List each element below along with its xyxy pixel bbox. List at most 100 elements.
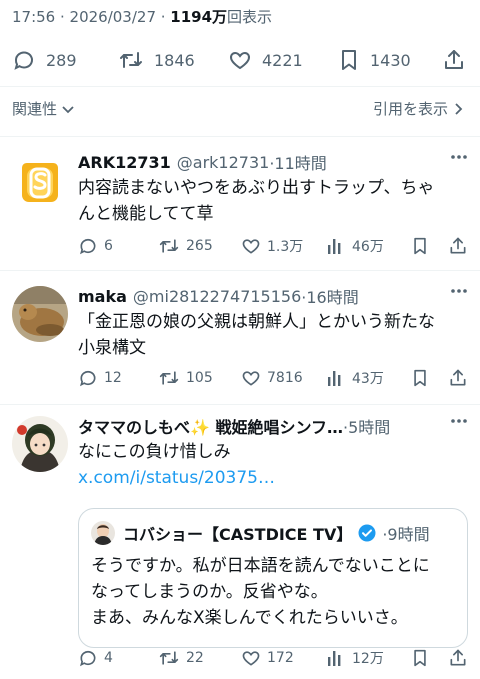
reply-icon [12, 48, 36, 72]
like-count: 172 [267, 650, 294, 666]
heart-icon [241, 368, 261, 388]
status-link[interactable]: x.com/i/status/20375… [78, 465, 468, 491]
avatar[interactable] [12, 416, 68, 472]
display-name[interactable]: タママのしもべ✨ 戦姫絶唱シンフ… [78, 414, 343, 438]
analytics-icon [326, 236, 346, 256]
view-quotes-link[interactable]: 引用を表示 [373, 98, 464, 119]
reply-item[interactable]: タママのしもべ✨ 戦姫絶唱シンフ… ·5時間 なにこの負け惜しみ x.com/i… [0, 414, 480, 679]
heart-icon [241, 236, 261, 256]
text-line: んと機能してて草 [78, 204, 214, 224]
share-button[interactable] [448, 234, 468, 258]
user-handle[interactable]: @mi2812274715156 [133, 287, 301, 306]
repost-count: 265 [186, 238, 213, 254]
timestamp[interactable]: ·5時間 [343, 414, 390, 438]
repost-icon [158, 648, 180, 668]
chevron-down-icon [61, 102, 75, 116]
repost-button[interactable]: 105 [158, 366, 213, 390]
reply-button[interactable]: 289 [12, 42, 77, 78]
repost-icon [118, 48, 144, 72]
analytics-icon [326, 368, 346, 388]
views-count: 46万 [352, 239, 384, 255]
reply-button[interactable]: 6 [78, 234, 113, 258]
repost-count: 22 [186, 650, 204, 666]
reply-actions: 6 265 1.3万 46万 [78, 234, 468, 258]
share-button[interactable] [448, 646, 468, 670]
repost-button[interactable]: 22 [158, 646, 204, 670]
more-options-icon[interactable] [450, 288, 468, 294]
repost-button[interactable]: 265 [158, 234, 213, 258]
reply-count: 6 [104, 238, 113, 254]
repost-count: 1846 [154, 50, 195, 70]
text-line: まあ、みんなX楽しんでくれたらいいさ。 [91, 608, 408, 628]
reply-count: 4 [104, 650, 113, 666]
bookmark-count: 1430 [370, 50, 411, 70]
reply-text: 内容読まないやつをあぶり出すトラップ、ちゃ んと機能してて草 [78, 175, 468, 227]
sort-row: 関連性 引用を表示 [0, 94, 480, 124]
timestamp[interactable]: ·16時間 [301, 284, 358, 308]
bookmark-icon [411, 236, 429, 256]
reply-icon [78, 236, 98, 256]
bookmark-button[interactable]: 1430 [338, 42, 411, 78]
share-icon [448, 648, 468, 668]
like-button[interactable]: 4221 [228, 42, 303, 78]
avatar[interactable] [12, 286, 68, 342]
display-name[interactable]: maka [78, 287, 127, 306]
text-line: なってしまうのか。反省やな。 [91, 582, 328, 602]
views-button[interactable]: 12万 [326, 646, 384, 670]
bookmark-button[interactable] [411, 366, 429, 390]
avatar[interactable] [91, 521, 115, 545]
reply-button[interactable]: 4 [78, 646, 113, 670]
like-count: 4221 [262, 50, 303, 70]
view-quotes-label: 引用を表示 [372, 100, 448, 118]
views-button[interactable]: 46万 [326, 234, 384, 258]
timestamp[interactable]: ·9時間 [382, 521, 429, 545]
verified-badge-icon [358, 524, 376, 542]
quoted-post[interactable]: コバショー【CASTDICE TV】 ·9時間 そうですか。私が日本語を読んでな… [78, 508, 468, 648]
heart-icon [228, 48, 252, 72]
divider [0, 404, 480, 405]
share-button[interactable] [442, 42, 466, 78]
relevance-sort-dropdown[interactable]: 関連性 [12, 98, 75, 119]
display-name[interactable]: コバショー【CASTDICE TV】 [123, 521, 352, 545]
share-button[interactable] [448, 366, 468, 390]
views-button[interactable]: 43万 [326, 366, 384, 390]
text-line: 小泉構文 [78, 338, 146, 358]
timestamp[interactable]: ·11時間 [269, 150, 326, 174]
more-options-icon[interactable] [450, 154, 468, 160]
more-options-icon[interactable] [450, 418, 468, 424]
like-count: 1.3万 [267, 239, 304, 255]
reply-count: 12 [104, 370, 122, 386]
reply-item[interactable]: ARK12731 @ark12731 ·11時間 内容読まないやつをあぶり出すト… [0, 150, 480, 270]
bookmark-button[interactable] [411, 646, 429, 670]
display-name[interactable]: ARK12731 [78, 153, 171, 172]
reply-actions: 4 22 172 12万 [78, 646, 468, 670]
chevron-right-icon [454, 102, 464, 116]
repost-icon [158, 368, 180, 388]
repost-icon [158, 236, 180, 256]
bookmark-icon [411, 648, 429, 668]
sort-label: 関連性 [12, 100, 58, 118]
avatar[interactable] [12, 154, 68, 210]
bookmark-icon [338, 48, 360, 72]
reply-actions: 12 105 7816 43万 [78, 366, 468, 390]
reply-icon [78, 368, 98, 388]
like-button[interactable]: 7816 [241, 366, 303, 390]
repost-button[interactable]: 1846 [118, 42, 195, 78]
heart-icon [241, 648, 261, 668]
text-line: 「金正恩の娘の父親は朝鮮人」とかいう新たな [78, 312, 435, 332]
reply-text: 「金正恩の娘の父親は朝鮮人」とかいう新たな 小泉構文 [78, 309, 468, 361]
like-button[interactable]: 1.3万 [241, 234, 303, 258]
like-button[interactable]: 172 [241, 646, 294, 670]
views-count: 1194万 [170, 8, 228, 26]
reply-button[interactable]: 12 [78, 366, 122, 390]
post-engagement-bar: 289 1846 4221 1430 [0, 42, 480, 78]
reply-item[interactable]: maka @mi2812274715156 ·16時間 「金正恩の娘の父親は朝鮮… [0, 284, 480, 404]
divider [0, 136, 480, 137]
like-count: 7816 [267, 370, 303, 386]
text-line: なにこの負け惜しみ [78, 442, 231, 462]
user-handle[interactable]: @ark12731 [177, 153, 270, 172]
bookmark-button[interactable] [411, 234, 429, 258]
views-count: 43万 [352, 371, 384, 387]
views-label: 回表示 [227, 8, 273, 26]
text-line: 内容読まないやつをあぶり出すトラップ、ちゃ [78, 178, 435, 198]
